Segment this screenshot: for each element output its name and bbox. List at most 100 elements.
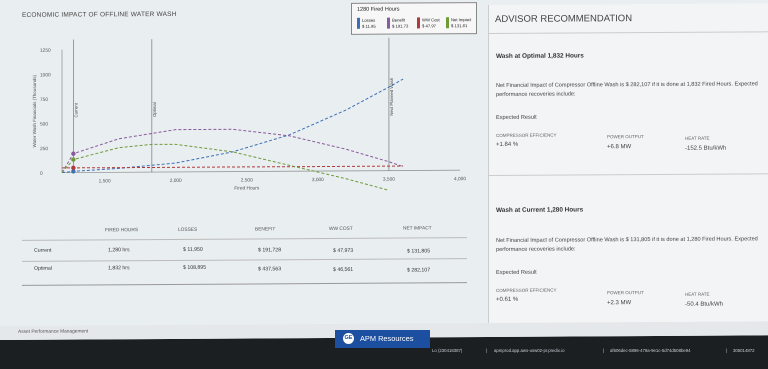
net-impact-swatch <box>446 17 449 29</box>
x-tick-label: 3,000 <box>312 177 324 183</box>
y-axis-label: Water Wash Financials (Thousands) <box>32 75 37 148</box>
metric-value: +1.84 % <box>496 141 519 148</box>
tooltip-value: $ 191.73 <box>392 23 409 29</box>
tooltip-value: $ 131.81 <box>451 22 468 28</box>
water-wash-chart[interactable]: 1250 1000 750 500 250 0 1,500 2,000 2,500 3,000 3,… <box>0 37 480 210</box>
advisor-title: ADVISOR RECOMMENDATION <box>495 13 633 25</box>
series-line <box>61 78 404 174</box>
cell-benefit: $ 191,728 <box>258 247 282 254</box>
cell-net-impact: $ 131,805 <box>407 248 431 255</box>
vertical-marker-label: Next Planned Wash <box>389 77 394 115</box>
current-text: Net Financial Impact of Compressor Offli… <box>496 236 758 253</box>
optimal-text: Net Financial Impact of Compressor Offli… <box>496 81 758 98</box>
metric-value: -152.5 Btu/kWh <box>685 145 727 152</box>
row-label: Current <box>34 247 52 254</box>
current-heading: Wash at Current 1,280 Hours <box>496 206 584 214</box>
header-benefit: BENEFIT <box>255 227 276 233</box>
header-net-impact: NET IMPACT <box>403 226 432 232</box>
tooltip-title: 1280 Fired Hours <box>357 6 400 13</box>
cell-losses: $ 11,950 <box>183 246 203 253</box>
ge-logo-icon: GE <box>343 333 354 344</box>
ww-cost-swatch <box>417 17 420 29</box>
optimal-expected-label: Expected Result <box>496 114 537 121</box>
status-bar: Lo (230418387) | apmprod.app.aws-usw02-p… <box>432 346 768 356</box>
divider <box>489 31 768 35</box>
tooltip-label: Net Impact <box>451 17 472 23</box>
x-tick-label: 2,500 <box>241 177 253 183</box>
status-divider: | <box>603 348 605 353</box>
status-divider: | <box>726 348 728 353</box>
table-divider <box>22 237 467 241</box>
losses-swatch <box>357 17 360 29</box>
status-user: Lo (230418387) <box>432 348 463 353</box>
chart-title: ECONOMIC IMPACT OF OFFLINE WATER WASH <box>22 10 177 19</box>
status-tenant: af606dec-5896-479a-9e1c-5d74d508be94 <box>610 348 691 353</box>
cell-net-impact: $ 282,107 <box>407 267 431 274</box>
divider <box>489 173 768 177</box>
metric-label: COMPRESSOR EFFICIENCY <box>496 287 557 293</box>
x-tick-label: 4,000 <box>454 176 466 182</box>
cell-benefit: $ 437,563 <box>258 266 282 273</box>
comparison-table: FIRED HOURS LOSSES BENEFIT WW COST NET I… <box>0 217 470 290</box>
metric-value: +2.3 MW <box>607 300 632 307</box>
header-losses: LOSSES <box>178 227 198 233</box>
header-fired-hours: FIRED HOURS <box>105 228 139 234</box>
cell-ww-cost: $ 47,973 <box>333 247 354 254</box>
x-axis <box>62 169 460 174</box>
metric-label: POWER OUTPUT <box>607 290 644 296</box>
app-name: Asset Performance Management <box>18 329 89 335</box>
metric-label: HEAT RATE <box>685 291 710 297</box>
y-tick-label: 500 <box>40 122 48 128</box>
tooltip-item-net-impact: Net Impact $ 131.81 <box>446 17 474 29</box>
x-axis-label: Fired Hours <box>234 185 260 191</box>
status-build: 305014872 <box>733 348 755 353</box>
metric-value: +6.8 MW <box>607 144 632 151</box>
cell-fired-hours: 1,832 hrs <box>108 265 130 272</box>
advisor-panel: ADVISOR RECOMMENDATION Wash at Optimal 1… <box>488 3 768 328</box>
metric-value: -50.4 Btu/kWh <box>685 301 724 308</box>
series-line <box>61 128 404 173</box>
y-tick-label: 0 <box>40 171 43 177</box>
series-point <box>71 157 76 162</box>
metric-value: +0.61 % <box>496 296 519 303</box>
metric-label: POWER OUTPUT <box>607 134 644 140</box>
vertical-marker-label: Optimal <box>152 102 157 117</box>
tooltip-value: $ 11.95 <box>362 23 376 29</box>
y-tick-label: 1250 <box>40 48 51 54</box>
tooltip-item-benefit: Benefit $ 191.73 <box>387 17 415 29</box>
metric-label: HEAT RATE <box>685 135 710 141</box>
row-label: Optimal <box>34 265 52 272</box>
apm-resources-button[interactable]: GE APM Resources <box>335 330 430 348</box>
y-tick-label: 750 <box>40 97 48 103</box>
x-tick-label: 1,500 <box>99 178 111 184</box>
status-host: apmprod.app.aws-usw02-pr.predix.io <box>494 348 565 353</box>
table-divider <box>22 258 467 262</box>
metric-label: COMPRESSOR EFFICIENCY <box>496 132 557 138</box>
apm-resources-label: APM Resources <box>360 334 414 343</box>
cell-fired-hours: 1,280 hrs <box>108 247 130 254</box>
cell-ww-cost: $ 46,561 <box>333 266 354 273</box>
y-tick-label: 250 <box>40 146 48 152</box>
tooltip-item-losses: Losses $ 11.95 <box>357 18 385 30</box>
optimal-heading: Wash at Optimal 1,832 Hours <box>496 52 584 60</box>
tooltip-label: WW Cost <box>422 17 440 23</box>
series-point <box>71 151 76 156</box>
x-tick-label: 3,500 <box>383 177 395 183</box>
tooltip-item-ww-cost: WW Cost $ 47.97 <box>417 17 445 29</box>
table-row[interactable]: Current 1,280 hrs $ 11,950 $ 191,728 $ 4… <box>0 217 470 255</box>
series-point <box>71 165 76 171</box>
current-expected-label: Expected Result <box>496 269 537 276</box>
header-ww-cost: WW COST <box>329 226 353 232</box>
app-screen: ECONOMIC IMPACT OF OFFLINE WATER WASH 12… <box>0 0 768 340</box>
series-line <box>62 165 404 169</box>
x-tick-label: 2,000 <box>170 178 182 184</box>
benefit-swatch <box>387 17 390 29</box>
table-row[interactable]: Optimal 1,832 hrs $ 108,895 $ 437,563 $ … <box>0 217 470 274</box>
cell-losses: $ 108,895 <box>183 264 207 271</box>
y-tick-label: 1000 <box>40 72 51 78</box>
table-divider <box>22 282 467 286</box>
status-divider: | <box>486 348 488 353</box>
tooltip-label: Losses <box>362 17 376 23</box>
series-line <box>61 143 390 191</box>
tooltip-value: $ 47.97 <box>422 22 436 28</box>
